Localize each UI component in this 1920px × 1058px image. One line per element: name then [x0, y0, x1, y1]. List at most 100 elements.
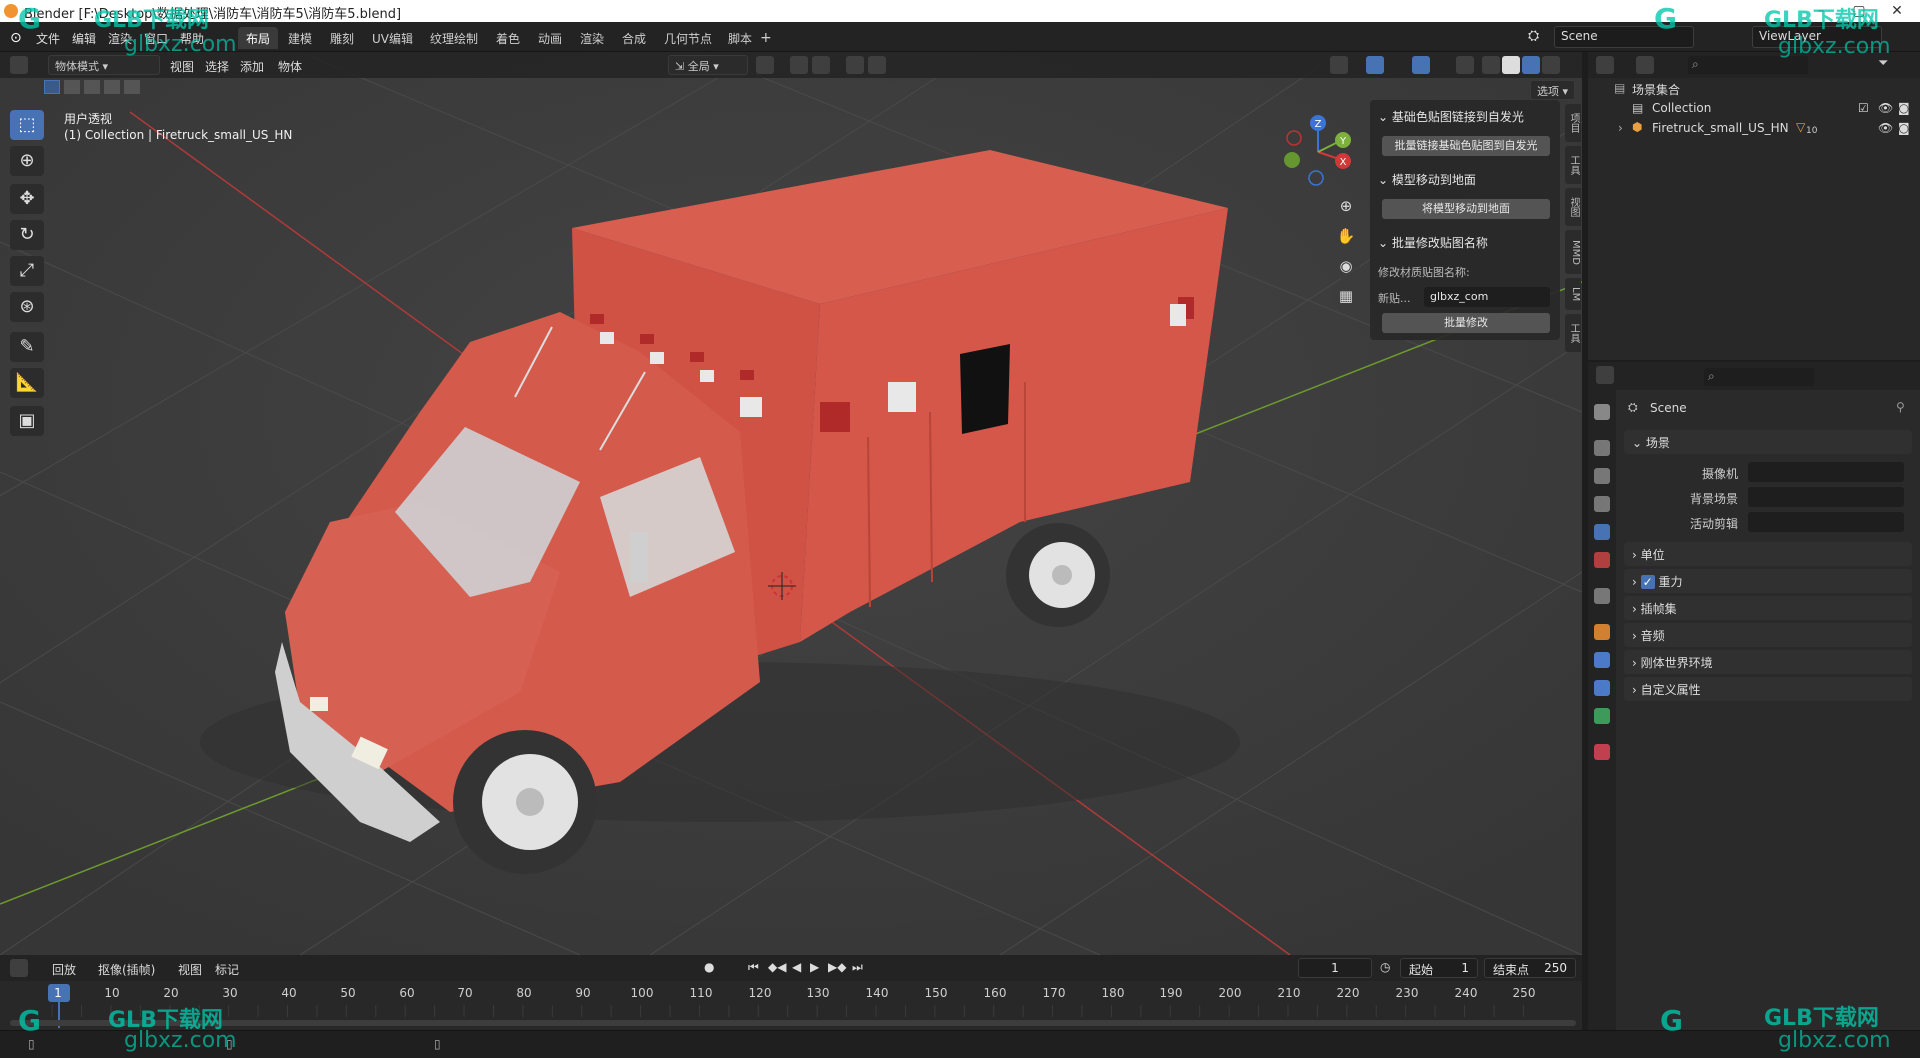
- section-scene[interactable]: ⌄ 场景: [1624, 430, 1912, 454]
- eye-icon[interactable]: 👁: [1878, 121, 1893, 135]
- section-emission-title[interactable]: ⌄ 基础色贴图链接到自发光: [1378, 108, 1524, 125]
- move-tool[interactable]: ✥: [10, 184, 44, 214]
- scene-tab-icon[interactable]: [1594, 524, 1610, 540]
- menu-edit[interactable]: 编辑: [72, 30, 96, 47]
- proportional-edit-icon[interactable]: [846, 56, 864, 74]
- solid-shading-icon[interactable]: [1502, 56, 1520, 74]
- sidebar-tab-lm[interactable]: LM: [1565, 278, 1581, 310]
- tab-texture-paint[interactable]: 纹理绘制: [422, 27, 486, 49]
- display-mode-icon[interactable]: [1636, 56, 1654, 74]
- move-to-ground-button[interactable]: 将模型移动到地面: [1382, 199, 1550, 219]
- menu-object[interactable]: 物体: [278, 58, 302, 75]
- start-frame-field[interactable]: 起始 1: [1400, 958, 1478, 978]
- rendered-shading-icon[interactable]: [1542, 56, 1560, 74]
- ortho-grid-icon[interactable]: ▦: [1332, 282, 1360, 310]
- section-audio[interactable]: › 音频: [1624, 623, 1912, 647]
- wireframe-shading-icon[interactable]: [1482, 56, 1500, 74]
- outliner-row-firetruck[interactable]: › ⬢ Firetruck_small_US_HN ▽ 10 👁 ◙: [1588, 118, 1920, 138]
- pan-hand-icon[interactable]: ✋: [1332, 222, 1360, 250]
- world-tab-icon[interactable]: [1594, 552, 1610, 568]
- gravity-checkbox[interactable]: ✓: [1640, 575, 1655, 589]
- jump-end-icon[interactable]: ⏭: [852, 960, 863, 975]
- tab-uv-editing[interactable]: UV编辑: [364, 27, 421, 49]
- prev-keyframe-icon[interactable]: ◆◀: [768, 960, 786, 974]
- playback-menu[interactable]: 回放: [52, 961, 76, 978]
- view-layer-tab-icon[interactable]: [1594, 496, 1610, 512]
- keying-menu[interactable]: 抠像(插帧): [98, 961, 155, 978]
- properties-editor-icon[interactable]: [1596, 366, 1614, 384]
- timeline-scrollbar[interactable]: [10, 1020, 1576, 1026]
- annotate-tool[interactable]: ✎: [10, 332, 44, 362]
- exclude-checkbox[interactable]: ☑: [1858, 101, 1869, 115]
- view-menu[interactable]: 视图: [178, 961, 202, 978]
- eye-icon[interactable]: 👁: [1878, 101, 1893, 115]
- link-basecolor-emission-button[interactable]: 批量链接基础色贴图到自发光: [1382, 136, 1550, 156]
- timeline-editor-icon[interactable]: [10, 959, 28, 977]
- zoom-icon[interactable]: ⊕: [1332, 192, 1360, 220]
- snap-icon[interactable]: [790, 56, 808, 74]
- record-button[interactable]: ●: [704, 960, 714, 974]
- next-keyframe-icon[interactable]: ▶◆: [828, 960, 846, 974]
- expand-chevron-icon[interactable]: ›: [1618, 121, 1623, 135]
- select-new-icon[interactable]: [44, 80, 60, 94]
- current-frame-field[interactable]: 1: [1298, 958, 1372, 978]
- physics-tab-icon[interactable]: [1594, 652, 1610, 668]
- tab-geometry-nodes[interactable]: 几何节点: [656, 27, 720, 49]
- transform-orientation-selector[interactable]: ⇲ 全局 ▾: [668, 55, 748, 75]
- sidebar-tab-item[interactable]: 项目: [1565, 104, 1581, 142]
- sidebar-tab-mmd[interactable]: MMD: [1565, 230, 1581, 274]
- transform-tool[interactable]: ⊛: [10, 292, 44, 322]
- add-workspace-button[interactable]: +: [752, 27, 780, 49]
- visibility-icon[interactable]: [1330, 56, 1348, 74]
- batch-rename-button[interactable]: 批量修改: [1382, 313, 1550, 333]
- measure-tool[interactable]: 📐: [10, 368, 44, 398]
- output-tab-icon[interactable]: [1594, 468, 1610, 484]
- tab-compositing[interactable]: 合成: [614, 27, 654, 49]
- render-tab-icon[interactable]: [1594, 440, 1610, 456]
- camera-view-icon[interactable]: ◉: [1332, 252, 1360, 280]
- active-clip-field[interactable]: [1748, 512, 1904, 532]
- scale-tool[interactable]: ⤢: [10, 256, 44, 286]
- section-rigid-body-world[interactable]: › 刚体世界环境: [1624, 650, 1912, 674]
- tab-rendering[interactable]: 渲染: [572, 27, 612, 49]
- select-intersect-icon[interactable]: [124, 80, 140, 94]
- background-scene-field[interactable]: [1748, 487, 1904, 507]
- section-rename-title[interactable]: ⌄ 批量修改贴图名称: [1378, 234, 1488, 251]
- section-keying-sets[interactable]: › 插帧集: [1624, 596, 1912, 620]
- falloff-icon[interactable]: [868, 56, 886, 74]
- select-subtract-icon[interactable]: [84, 80, 100, 94]
- outliner-row-collection[interactable]: ▤ Collection ☑ 👁 ◙: [1588, 98, 1920, 118]
- sidebar-tab-tool[interactable]: 工具: [1565, 146, 1581, 184]
- snap-target-icon[interactable]: [812, 56, 830, 74]
- pivot-icon[interactable]: [756, 56, 774, 74]
- marker-menu[interactable]: 标记: [215, 961, 239, 978]
- texture-tab-icon[interactable]: [1594, 744, 1610, 760]
- sidebar-tab-view[interactable]: 视图: [1565, 188, 1581, 226]
- rotate-tool[interactable]: ↻: [10, 220, 44, 250]
- tab-animation[interactable]: 动画: [530, 27, 570, 49]
- outliner-editor-icon[interactable]: [1596, 56, 1614, 74]
- overlay-toggle-icon[interactable]: [1412, 56, 1430, 74]
- add-cube-tool[interactable]: ▣: [10, 406, 44, 436]
- data-tab-icon[interactable]: [1594, 708, 1610, 724]
- tool-tab-icon[interactable]: [1594, 404, 1610, 420]
- select-invert-icon[interactable]: [104, 80, 120, 94]
- section-custom-properties[interactable]: › 自定义属性: [1624, 677, 1912, 701]
- section-gravity[interactable]: › ✓ 重力: [1624, 569, 1912, 593]
- material-shading-icon[interactable]: [1522, 56, 1540, 74]
- collection-tab-icon[interactable]: [1594, 588, 1610, 604]
- menu-add[interactable]: 添加: [240, 58, 264, 75]
- new-name-input[interactable]: glbxz_com: [1424, 287, 1550, 307]
- tab-modeling[interactable]: 建模: [280, 27, 320, 49]
- section-ground-title[interactable]: ⌄ 模型移动到地面: [1378, 171, 1476, 188]
- pin-icon[interactable]: ⚲: [1896, 400, 1905, 414]
- mode-selector[interactable]: 物体模式 ▾: [48, 55, 160, 75]
- tab-sculpt[interactable]: 雕刻: [322, 27, 362, 49]
- editor-type-icon[interactable]: [10, 56, 28, 74]
- jump-start-icon[interactable]: ⏮: [748, 960, 759, 975]
- tab-layout[interactable]: 布局: [238, 27, 279, 49]
- end-frame-field[interactable]: 结束点 250: [1484, 958, 1576, 978]
- properties-search-input[interactable]: [1704, 368, 1814, 386]
- select-extend-icon[interactable]: [64, 80, 80, 94]
- cursor-tool[interactable]: ⊕: [10, 146, 44, 176]
